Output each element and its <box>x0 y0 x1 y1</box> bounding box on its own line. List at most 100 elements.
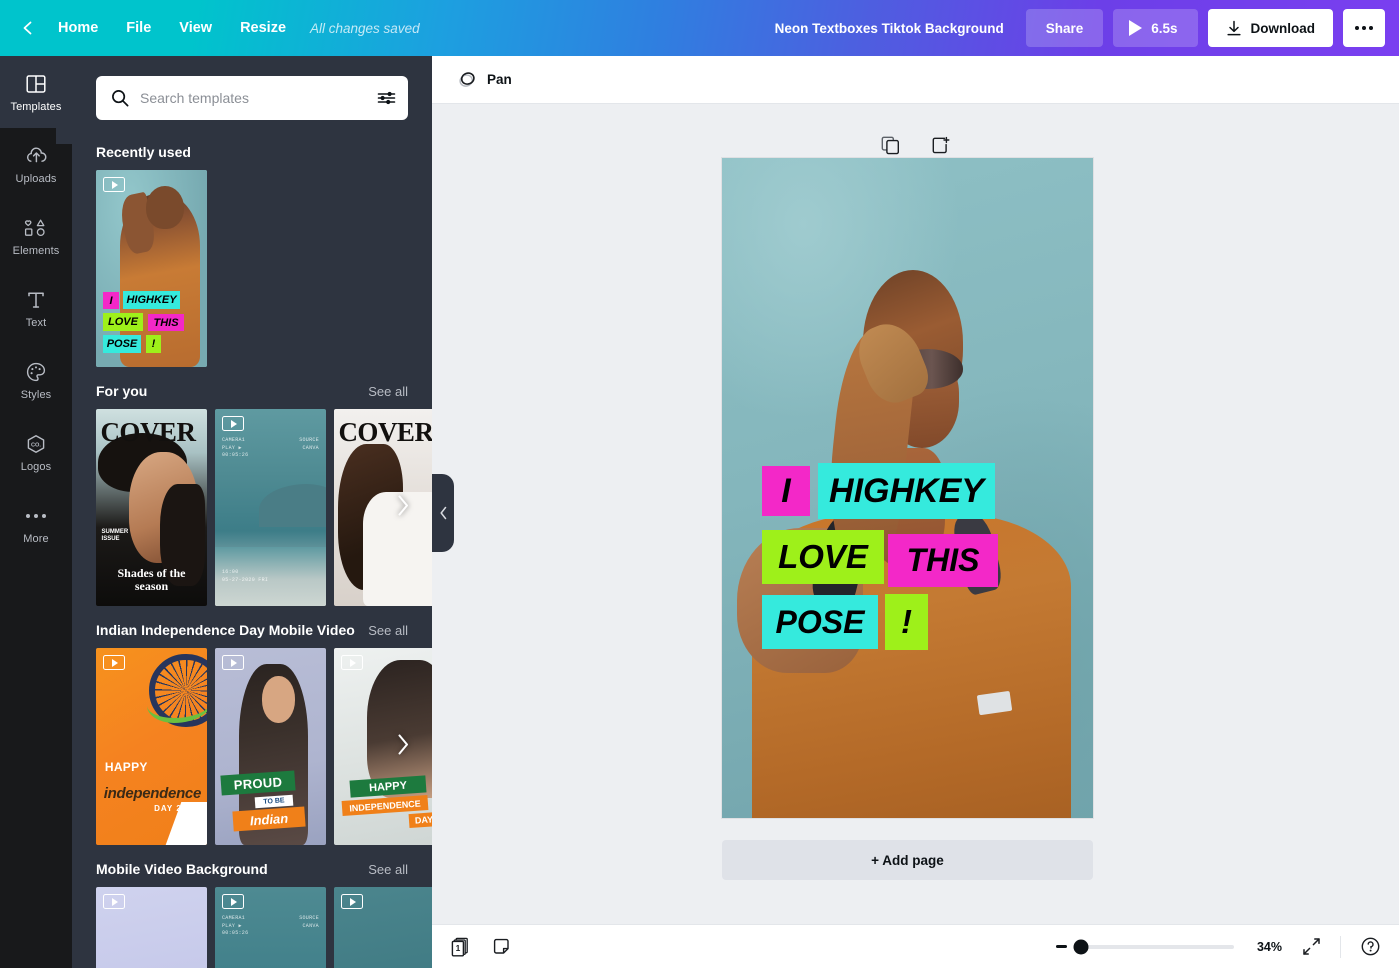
document-title[interactable]: Neon Textboxes Tiktok Background <box>775 21 1004 36</box>
see-all-link[interactable]: See all <box>368 384 408 399</box>
template-thumbnail-proud-to-be-indian[interactable]: PROUD TO BE Indian <box>215 648 326 845</box>
thumbnail-text-independence: independence <box>104 785 201 802</box>
add-page-icon <box>931 136 950 155</box>
menu-item-home[interactable]: Home <box>44 13 112 43</box>
template-thumbnail-ocean-video[interactable]: CAMERA1PLAY ▶00:05:26 SOURCECANVA 16:000… <box>215 409 326 606</box>
bottom-bar-left: 1 <box>432 932 518 962</box>
notes-button[interactable] <box>488 932 518 962</box>
thumbnail-text-happy: HAPPY <box>105 760 148 774</box>
design-page-canvas[interactable]: I HIGHKEY LOVE THIS POSE ! <box>722 158 1093 818</box>
sidebar-item-label: Elements <box>13 245 60 257</box>
pan-lasso-icon <box>456 69 478 91</box>
section-header-recently-used: Recently used <box>72 128 432 170</box>
ellipsis-icon-dot <box>1369 26 1373 30</box>
canvas-area: Pan <box>432 56 1399 968</box>
textbox-highkey[interactable]: HIGHKEY <box>818 463 995 519</box>
panel-scroll-area[interactable]: Recently used I HIGHKEY LOVE THIS POSE ! <box>72 56 432 968</box>
help-button[interactable] <box>1355 932 1385 962</box>
play-duration: 6.5s <box>1151 21 1177 36</box>
carousel-next-button[interactable] <box>396 733 410 760</box>
sidebar-item-logos[interactable]: CO. Logos <box>0 416 72 488</box>
thumbnail-text-day: DAY <box>409 812 432 828</box>
chevron-left-icon <box>439 506 448 520</box>
template-thumbnail-neon-textboxes[interactable]: I HIGHKEY LOVE THIS POSE ! <box>96 170 207 367</box>
video-badge <box>103 655 125 670</box>
search-area <box>72 56 432 128</box>
search-icon <box>110 88 130 108</box>
template-thumbnail-ocean-waves[interactable]: CAMERA1PLAY ▶00:05:26 SOURCECANVA <box>215 887 326 968</box>
template-thumbnail-lavender-bokeh[interactable] <box>96 887 207 968</box>
carousel-next-button[interactable] <box>396 494 410 521</box>
zoom-percent-label: 34% <box>1248 940 1282 954</box>
sidebar-item-text[interactable]: Text <box>0 272 72 344</box>
sidebar-item-label: Templates <box>10 101 61 113</box>
search-box[interactable] <box>96 76 408 120</box>
sidebar-item-templates[interactable]: Templates <box>0 56 72 128</box>
thumbnail-meta-left: CAMERA1PLAY ▶00:05:26 <box>222 437 248 460</box>
textbox-i[interactable]: I <box>762 466 810 516</box>
menu-item-resize[interactable]: Resize <box>226 13 300 43</box>
download-label: Download <box>1251 21 1316 36</box>
logo-hexagon-icon: CO. <box>24 432 48 456</box>
template-thumbnail-happy-independence-2020[interactable]: HAPPY independence DAY 2020 <box>96 648 207 845</box>
search-input[interactable] <box>140 90 367 106</box>
notes-page-icon <box>493 937 513 957</box>
palette-icon <box>25 360 47 384</box>
zoom-slider-handle[interactable] <box>1074 939 1089 954</box>
sidebar-item-styles[interactable]: Styles <box>0 344 72 416</box>
textbox-pose[interactable]: POSE <box>762 595 878 649</box>
menu-item-file[interactable]: File <box>112 13 165 43</box>
section-title: Recently used <box>96 144 191 160</box>
fullscreen-button[interactable] <box>1296 932 1326 962</box>
textbox-exclamation[interactable]: ! <box>885 594 928 650</box>
zoom-slider[interactable] <box>1074 945 1234 949</box>
minus-icon[interactable] <box>1056 945 1067 948</box>
add-page-button[interactable] <box>927 131 955 159</box>
sidebar-item-more[interactable]: More <box>0 488 72 560</box>
duplicate-page-button[interactable] <box>877 131 905 159</box>
ellipsis-icon-dot <box>1355 26 1359 30</box>
chevron-right-icon <box>396 494 410 516</box>
menu-item-view[interactable]: View <box>165 13 226 43</box>
thumbnail-meta-bottom: 16:0005-27-2020 FRI <box>222 569 268 584</box>
textbox-love[interactable]: LOVE <box>762 530 884 584</box>
thumbnail-meta-right: SOURCECANVA <box>299 437 319 452</box>
thumbnail-art: CAMERA1PLAY ▶00:05:26 SOURCECANVA 16:000… <box>215 409 326 606</box>
textbox-this[interactable]: THIS <box>888 534 998 587</box>
upload-cloud-icon <box>25 144 48 168</box>
panel-collapse-handle[interactable] <box>432 474 454 552</box>
page-manager-button[interactable]: 1 <box>446 932 476 962</box>
page-action-buttons <box>432 131 1399 159</box>
share-button[interactable]: Share <box>1026 9 1104 47</box>
template-thumbnail-happy-independence-boy[interactable]: HAPPY INDEPENDENCE DAY <box>334 648 432 845</box>
video-badge <box>341 655 363 670</box>
see-all-link[interactable]: See all <box>368 623 408 638</box>
thumbnail-art: COVER SUMMERISSUE Shades of theseason <box>96 409 207 606</box>
template-thumbnail-cover-summer-issue[interactable]: COVER SUMMERISSUE Shades of theseason <box>96 409 207 606</box>
preview-play-button[interactable]: 6.5s <box>1113 9 1197 47</box>
sidebar-item-uploads[interactable]: Uploads <box>0 128 72 200</box>
thumbnail-text: COVER <box>338 419 432 446</box>
thumbnail-text-day: DAY 2020 <box>154 804 198 813</box>
back-button[interactable] <box>18 18 38 38</box>
thumbnail-row-indian-independence: HAPPY independence DAY 2020 PROUD TO BE … <box>72 648 432 845</box>
add-page-bar[interactable]: + Add page <box>722 840 1093 880</box>
section-title: Indian Independence Day Mobile Video <box>96 622 355 638</box>
left-icon-rail: Templates Uploads Elements <box>0 56 72 968</box>
thumbnail-text: COVER <box>100 419 204 446</box>
templates-panel: Recently used I HIGHKEY LOVE THIS POSE ! <box>72 56 432 968</box>
template-thumbnail-beach-sand[interactable] <box>334 887 432 968</box>
template-thumbnail-cover-white-shirt[interactable]: COVER <box>334 409 432 606</box>
section-header-indian-independence: Indian Independence Day Mobile Video See… <box>72 606 432 648</box>
filter-sliders-icon[interactable] <box>377 90 396 106</box>
sidebar-item-elements[interactable]: Elements <box>0 200 72 272</box>
sidebar-item-label: Styles <box>21 389 52 401</box>
download-button[interactable]: Download <box>1208 9 1334 47</box>
more-options-button[interactable] <box>1343 9 1385 47</box>
canvas-toolbar: Pan <box>432 56 1399 104</box>
thumbnail-row-for-you: COVER SUMMERISSUE Shades of theseason CA… <box>72 409 432 606</box>
see-all-link[interactable]: See all <box>368 862 408 877</box>
thumbnail-art: PROUD TO BE Indian <box>215 648 326 845</box>
video-badge <box>103 177 125 192</box>
pan-tool-button[interactable]: Pan <box>446 63 522 97</box>
